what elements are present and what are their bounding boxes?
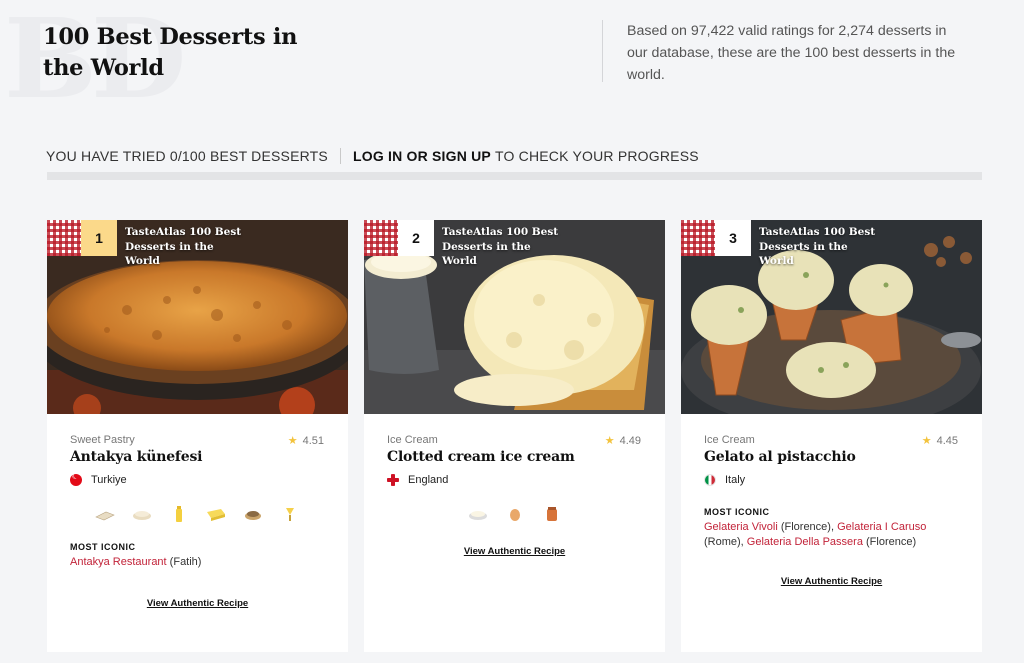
login-signup-link[interactable]: LOG IN OR SIGN UP — [353, 148, 491, 164]
dessert-image-kunefe[interactable]: 1 TasteAtlas 100 Best Desserts in the Wo… — [47, 220, 348, 414]
cheese-block-icon[interactable] — [205, 505, 227, 523]
turkey-flag-icon — [70, 474, 82, 486]
ribbon-label: TasteAtlas 100 Best Desserts in the Worl… — [759, 226, 876, 267]
iconic-place-link[interactable]: Gelateria Della Passera — [747, 536, 863, 548]
rating-value: 4.49 — [619, 434, 641, 447]
dessert-name[interactable]: Gelato al pistacchio — [704, 449, 959, 465]
star-icon: ★ — [921, 435, 932, 447]
ribbon-label: TasteAtlas 100 Best Desserts in the Worl… — [442, 226, 559, 267]
page-header: 100 Best Desserts in the World Based on … — [43, 20, 983, 92]
dessert-card-2[interactable]: 2 TasteAtlas 100 Best Desserts in the Wo… — [364, 220, 665, 652]
progress-bar — [47, 172, 982, 180]
iconic-place-location: (Florence) — [862, 535, 917, 548]
dessert-country[interactable]: Italy — [704, 474, 959, 486]
iconic-place-location: (Fatih) — [166, 556, 202, 568]
tried-count-text: YOU HAVE TRIED 0/100 BEST DESSERTS — [46, 148, 328, 164]
rank-badge: 1 — [81, 220, 117, 256]
progress-separator — [339, 148, 341, 164]
most-iconic-heading: MOST ICONIC — [704, 507, 770, 517]
star-icon: ★ — [604, 435, 615, 447]
country-name: Italy — [725, 474, 746, 486]
rank-badge: 2 — [398, 220, 434, 256]
country-name: Turkiye — [91, 474, 127, 486]
dessert-name[interactable]: Antakya künefesi — [70, 449, 325, 465]
dessert-rating: ★ 4.51 — [287, 434, 324, 448]
sugar-jar-icon[interactable] — [541, 505, 563, 523]
butter-icon[interactable] — [168, 505, 190, 523]
checkered-badge — [47, 220, 81, 256]
dessert-country[interactable]: Turkiye — [70, 474, 325, 486]
italy-flag-icon — [704, 474, 716, 486]
most-iconic-heading: MOST ICONIC — [70, 542, 136, 552]
iconic-place-link[interactable]: Gelateria Vivoli — [704, 521, 778, 533]
view-recipe-link[interactable]: View Authentic Recipe — [387, 546, 642, 557]
progress-cta-text: TO CHECK YOUR PROGRESS — [494, 148, 699, 164]
view-recipe-link[interactable]: View Authentic Recipe — [704, 576, 959, 587]
ratings-summary: Based on 97,422 valid ratings for 2,274 … — [627, 23, 956, 83]
egg-icon[interactable] — [504, 505, 526, 523]
rank-badge: 3 — [715, 220, 751, 256]
dessert-rating: ★ 4.49 — [604, 434, 641, 448]
iconic-place-link[interactable]: Gelateria I Caruso — [837, 521, 926, 533]
cream-icon[interactable] — [467, 505, 489, 523]
card-body: Ice Cream ★ 4.45 Gelato al pistacchio Ita… — [681, 414, 982, 587]
iconic-place-location: (Florence), — [777, 521, 838, 533]
dessert-name[interactable]: Clotted cream ice cream — [387, 449, 642, 465]
page-title: 100 Best Desserts in the World — [43, 24, 298, 81]
card-body: Sweet Pastry ★4.51 Antakya künefesi Turk… — [47, 414, 348, 609]
dessert-image-gelato[interactable]: 3 TasteAtlas 100 Best Desserts in the Wo… — [681, 220, 982, 414]
checkered-badge — [364, 220, 398, 256]
view-recipe-link[interactable]: View Authentic Recipe — [70, 598, 325, 609]
dessert-image-clotted-cream[interactable]: 2 TasteAtlas 100 Best Desserts in the Wo… — [364, 220, 665, 414]
rating-value: 4.45 — [936, 434, 958, 447]
dessert-rating: ★ 4.45 — [921, 434, 958, 448]
dough-icon[interactable] — [94, 505, 116, 523]
dessert-card-1[interactable]: 1 TasteAtlas 100 Best Desserts in the Wo… — [47, 220, 348, 652]
checkered-badge — [681, 220, 715, 256]
star-icon: ★ — [287, 435, 298, 447]
england-flag-icon — [387, 474, 399, 486]
ribbon-label: TasteAtlas 100 Best Desserts in the Worl… — [125, 226, 242, 267]
dessert-card-3[interactable]: 3 TasteAtlas 100 Best Desserts in the Wo… — [681, 220, 982, 652]
rating-value: 4.51 — [302, 434, 324, 447]
dessert-country[interactable]: England — [387, 474, 642, 486]
iconic-section: MOST ICONIC Gelateria Vivoli (Florence),… — [704, 507, 959, 549]
ingredient-list — [387, 504, 642, 524]
card-body: Ice Cream ★ 4.49 Clotted cream ice cream … — [364, 414, 665, 557]
header-divider — [602, 20, 603, 82]
pastry-icon[interactable] — [242, 505, 264, 523]
iconic-section: MOST ICONIC Antakya Restaurant (Fatih) — [70, 542, 325, 570]
country-name: England — [408, 474, 449, 486]
cheese-icon[interactable] — [131, 505, 153, 523]
iconic-place-link[interactable]: Antakya Restaurant — [70, 556, 167, 568]
iconic-place-location: (Rome), — [704, 535, 747, 548]
progress-banner: YOU HAVE TRIED 0/100 BEST DESSERTS LOG I… — [46, 148, 699, 164]
iconic-places: Antakya Restaurant (Fatih) — [70, 555, 325, 570]
iconic-places: Gelateria Vivoli (Florence), Gelateria I… — [704, 520, 959, 549]
syrup-icon[interactable] — [279, 505, 301, 523]
ingredient-list — [70, 504, 325, 524]
